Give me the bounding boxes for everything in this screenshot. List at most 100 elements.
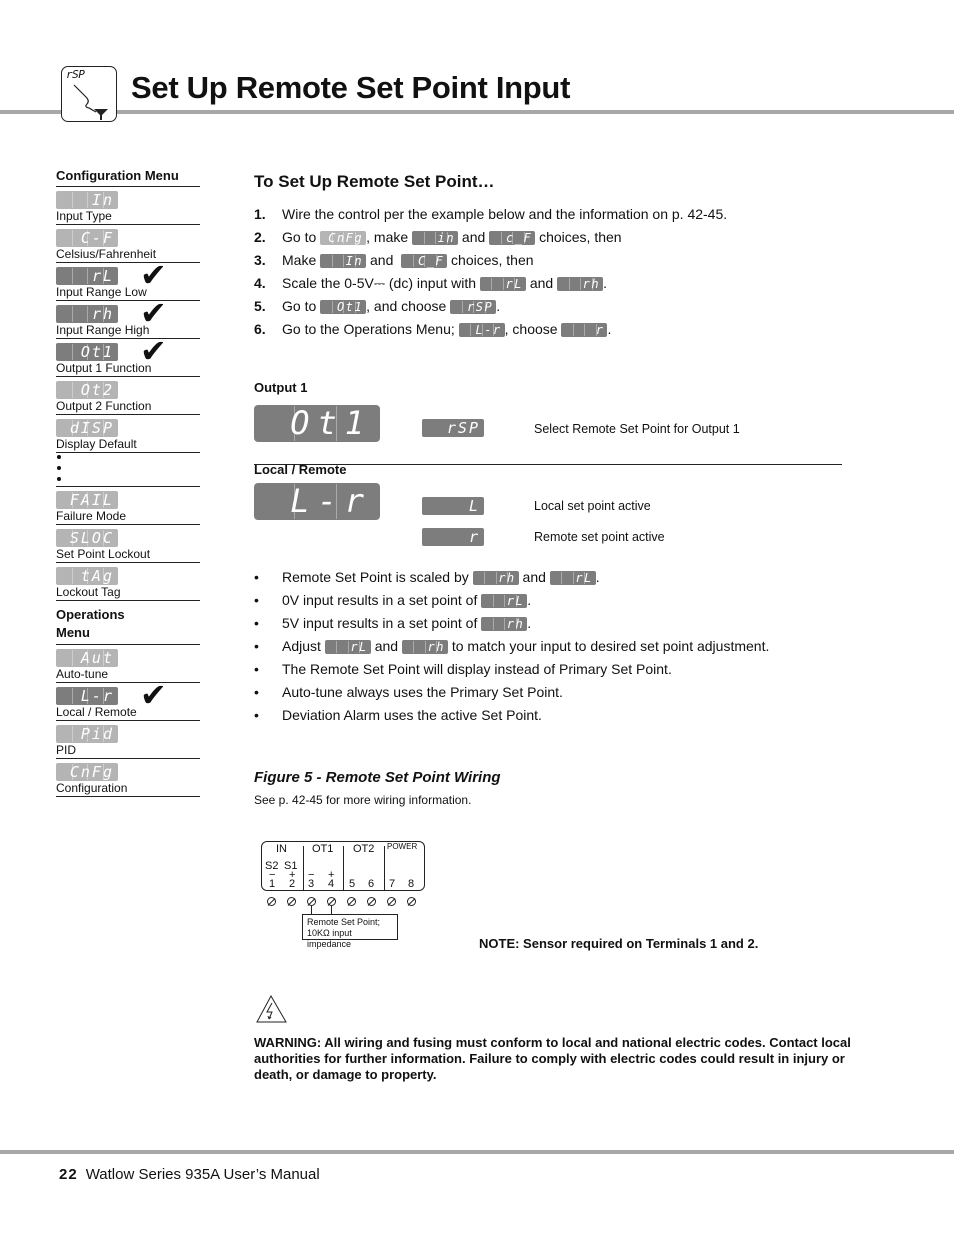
menu-item-input-type: In Input Type: [56, 187, 200, 225]
step-item: 2. Go to CnFg, make in and c_F choices, t…: [254, 227, 622, 247]
screw-icon: [327, 897, 336, 906]
led-display: Pid: [56, 725, 118, 743]
screw-icon: [367, 897, 376, 906]
text: and: [370, 638, 402, 654]
screw-icon: [307, 897, 316, 906]
bullet-marker: •: [254, 615, 259, 631]
terminal-number: 8: [408, 878, 415, 890]
local-option: L: [422, 497, 484, 515]
step-number: 3.: [254, 252, 266, 268]
operations-menu-heading: Operations Menu: [56, 601, 200, 645]
text: Auto-tune always uses the Primary Set Po…: [282, 684, 563, 700]
led-display: r: [561, 323, 608, 338]
manual-title: Watlow Series 935A User’s Manual: [85, 1166, 320, 1183]
checkmark-icon: ✔: [140, 257, 167, 293]
led-display: rh: [557, 277, 604, 292]
footer-rule: [0, 1150, 954, 1154]
text: Go to: [282, 298, 321, 314]
section-heading: To Set Up Remote Set Point…: [254, 172, 495, 191]
remote-set-point-callout: Remote Set Point; 10KΩ input impedance: [302, 914, 398, 949]
bullet-marker: •: [254, 707, 259, 723]
menu-item-lockout-tag: tAg Lockout Tag: [56, 563, 200, 601]
menu-item-label: Output 1 Function: [56, 361, 152, 375]
led-display: Ot2: [56, 381, 118, 399]
menu-item-label: Configuration: [56, 781, 128, 795]
local-remote-heading: Local / Remote: [254, 462, 347, 477]
remote-option-desc: Remote set point active: [534, 530, 665, 544]
led-display: c_F: [489, 231, 536, 246]
led-display: tAg: [56, 567, 118, 585]
text: and: [458, 229, 490, 245]
group-label: POWER: [387, 842, 418, 851]
led-display: rh: [56, 305, 118, 323]
remote-option: r: [422, 528, 484, 546]
led-display: In: [320, 254, 367, 269]
menu-item-label: PID: [56, 743, 77, 757]
menu-item-display-default: dISP Display Default: [56, 415, 200, 453]
led-display: rh: [401, 640, 448, 655]
bullet-item: • Auto-tune always uses the Primary Set P…: [254, 682, 563, 702]
checkmark-icon: ✔: [140, 677, 167, 713]
bullet-marker: •: [254, 684, 259, 700]
step-number: 5.: [254, 298, 266, 314]
bullet-item: • 0V input results in a set point of rL.: [254, 590, 531, 610]
output1-option-desc: Select Remote Set Point for Output 1: [534, 422, 740, 436]
menu-item-input-range-low: rL Input Range Low ✔: [56, 259, 200, 301]
bullet-item: • 5V input results in a set point of rh.: [254, 613, 531, 633]
terminal-number: 5: [349, 878, 356, 890]
sensor-note: NOTE: Sensor required on Terminals 1 and…: [479, 936, 759, 951]
menu-item-label: Auto-tune: [56, 667, 109, 681]
funnel-icon: [73, 84, 108, 120]
text: .: [527, 592, 532, 608]
text: Deviation Alarm uses the active Set Poin…: [282, 707, 542, 723]
led-display: Ot1: [320, 300, 367, 315]
page-number: 22: [59, 1166, 78, 1183]
text: .: [496, 298, 501, 314]
text: , and choose: [366, 298, 451, 314]
led-display: SLOC: [56, 529, 118, 547]
screw-icon: [387, 897, 396, 906]
led-display: r: [422, 528, 484, 546]
remote-set-point-icon: rSP: [61, 66, 117, 122]
menu-item-failure-mode: FAIL Failure Mode: [56, 487, 200, 525]
menu-item-input-range-high: rh Input Range High ✔: [56, 297, 200, 339]
menu-item-auto-tune: Aut Auto-tune: [56, 645, 200, 683]
text: Adjust: [282, 638, 325, 654]
terminal-block: IN OT1 OT2 POWER S2 S1 − + − + 1 2 3 4 5…: [261, 841, 425, 891]
menu-item-local-remote: L-r Local / Remote ✔: [56, 679, 200, 721]
footer: 22 Watlow Series 935A User’s Manual: [59, 1166, 320, 1183]
led-display: L-r: [56, 687, 118, 705]
bullet-item: • Deviation Alarm uses the active Set Poi…: [254, 705, 542, 725]
text: Scale the 0-5V⎓ (dc) input with: [282, 275, 480, 291]
text: and: [366, 252, 402, 268]
title-rule: [0, 110, 954, 114]
led-display: In: [56, 191, 118, 209]
ellipsis-dots: [56, 453, 200, 487]
text: Remote Set Point is scaled by: [282, 569, 473, 585]
text: , make: [366, 229, 413, 245]
bullet-item: • Remote Set Point is scaled by rh and rL…: [254, 567, 600, 587]
text: Go to: [282, 229, 321, 245]
text: .: [607, 321, 612, 337]
text: .: [603, 275, 607, 291]
local-option-desc: Local set point active: [534, 499, 651, 513]
step-number: 2.: [254, 229, 266, 245]
checkmark-icon: ✔: [140, 333, 167, 369]
led-display: CnFg: [56, 763, 118, 781]
led-display: rSP: [422, 419, 484, 437]
led-display: rL: [479, 277, 526, 292]
step-item: 5. Go to Ot1, and choose rSP.: [254, 296, 500, 316]
screw-icon: [287, 897, 296, 906]
led-display: in: [412, 231, 459, 246]
warning-text: WARNING: All wiring and fusing must conf…: [254, 1035, 851, 1082]
led-display: rL: [481, 594, 528, 609]
menu-item-pid: Pid PID: [56, 721, 200, 759]
output1-option: rSP: [422, 419, 484, 437]
group-label: OT2: [353, 843, 375, 855]
terminal-screws: [265, 897, 425, 909]
menu-item-set-point-lockout: SLOC Set Point Lockout: [56, 525, 200, 563]
led-display: rL: [549, 571, 596, 586]
menu-item-label: Set Point Lockout: [56, 547, 151, 561]
terminal-number: 3: [308, 878, 315, 890]
checkmark-icon: ✔: [140, 295, 167, 331]
